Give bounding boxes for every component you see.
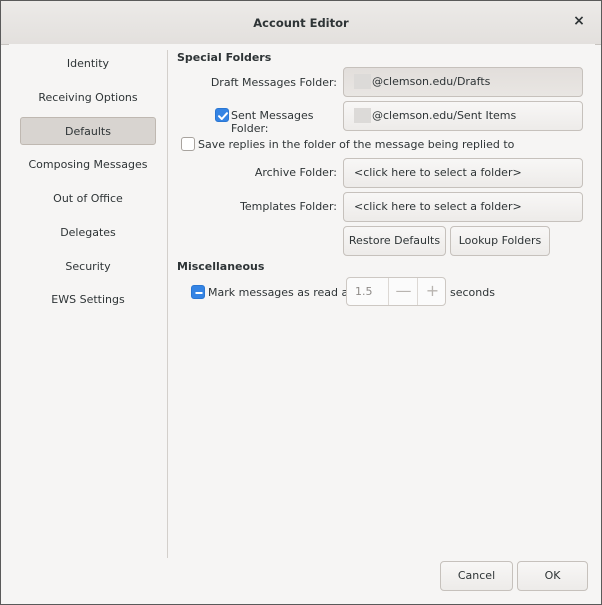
title-bar: Account Editor ×	[1, 1, 601, 45]
draft-folder-button[interactable]: @clemson.edu/Drafts	[343, 67, 583, 97]
miscellaneous-heading: Miscellaneous	[177, 260, 265, 273]
account-editor-window: Account Editor × Identity Receiving Opti…	[0, 0, 602, 605]
sidebar-item-composing-messages[interactable]: Composing Messages	[20, 151, 156, 179]
save-replies-label: Save replies in the folder of the messag…	[198, 138, 515, 151]
close-icon[interactable]: ×	[571, 13, 587, 29]
sidebar-item-security[interactable]: Security	[20, 253, 156, 281]
redacted-username	[354, 73, 371, 89]
sidebar-item-out-of-office[interactable]: Out of Office	[20, 185, 156, 213]
restore-defaults-button[interactable]: Restore Defaults	[343, 226, 446, 256]
special-folders-heading: Special Folders	[177, 51, 272, 64]
redacted-username	[354, 107, 371, 123]
window-title: Account Editor	[253, 16, 349, 30]
cancel-button[interactable]: Cancel	[440, 561, 513, 591]
decrement-button[interactable]: —	[389, 278, 418, 305]
sent-folder-label: Sent Messages Folder:	[231, 109, 314, 135]
sidebar-item-delegates[interactable]: Delegates	[20, 219, 156, 247]
save-replies-checkbox[interactable]	[181, 137, 195, 151]
sent-folder-value: @clemson.edu/Sent Items	[372, 109, 517, 122]
sidebar-item-identity[interactable]: Identity	[20, 50, 156, 78]
archive-folder-button[interactable]: <click here to select a folder>	[343, 158, 583, 188]
sent-folder-checkbox[interactable]	[215, 108, 229, 122]
dialog-content: Identity Receiving Options Defaults Comp…	[9, 44, 595, 594]
lookup-folders-button[interactable]: Lookup Folders	[450, 226, 550, 256]
sidebar: Identity Receiving Options Defaults Comp…	[9, 44, 167, 558]
templates-folder-button[interactable]: <click here to select a folder>	[343, 192, 583, 222]
ok-button[interactable]: OK	[517, 561, 588, 591]
sidebar-divider	[167, 50, 168, 558]
sent-folder-button[interactable]: @clemson.edu/Sent Items	[343, 101, 583, 131]
archive-folder-label: Archive Folder:	[254, 166, 337, 179]
mark-read-seconds-value[interactable]: 1.5	[355, 278, 373, 305]
mark-read-checkbox[interactable]	[191, 285, 205, 299]
mark-read-label: Mark messages as read after	[208, 286, 368, 299]
sidebar-item-ews-settings[interactable]: EWS Settings	[20, 286, 156, 314]
draft-folder-label: Draft Messages Folder:	[210, 76, 337, 89]
sidebar-item-defaults[interactable]: Defaults	[20, 117, 156, 145]
checkmark-icon	[218, 112, 228, 120]
sidebar-item-receiving-options[interactable]: Receiving Options	[20, 84, 156, 112]
increment-button[interactable]: +	[418, 278, 447, 305]
minus-icon	[195, 292, 203, 294]
templates-folder-label: Templates Folder:	[240, 200, 337, 213]
seconds-label: seconds	[450, 286, 495, 299]
draft-folder-value: @clemson.edu/Drafts	[372, 75, 491, 88]
mark-read-spinbutton: 1.5 — +	[346, 277, 446, 306]
